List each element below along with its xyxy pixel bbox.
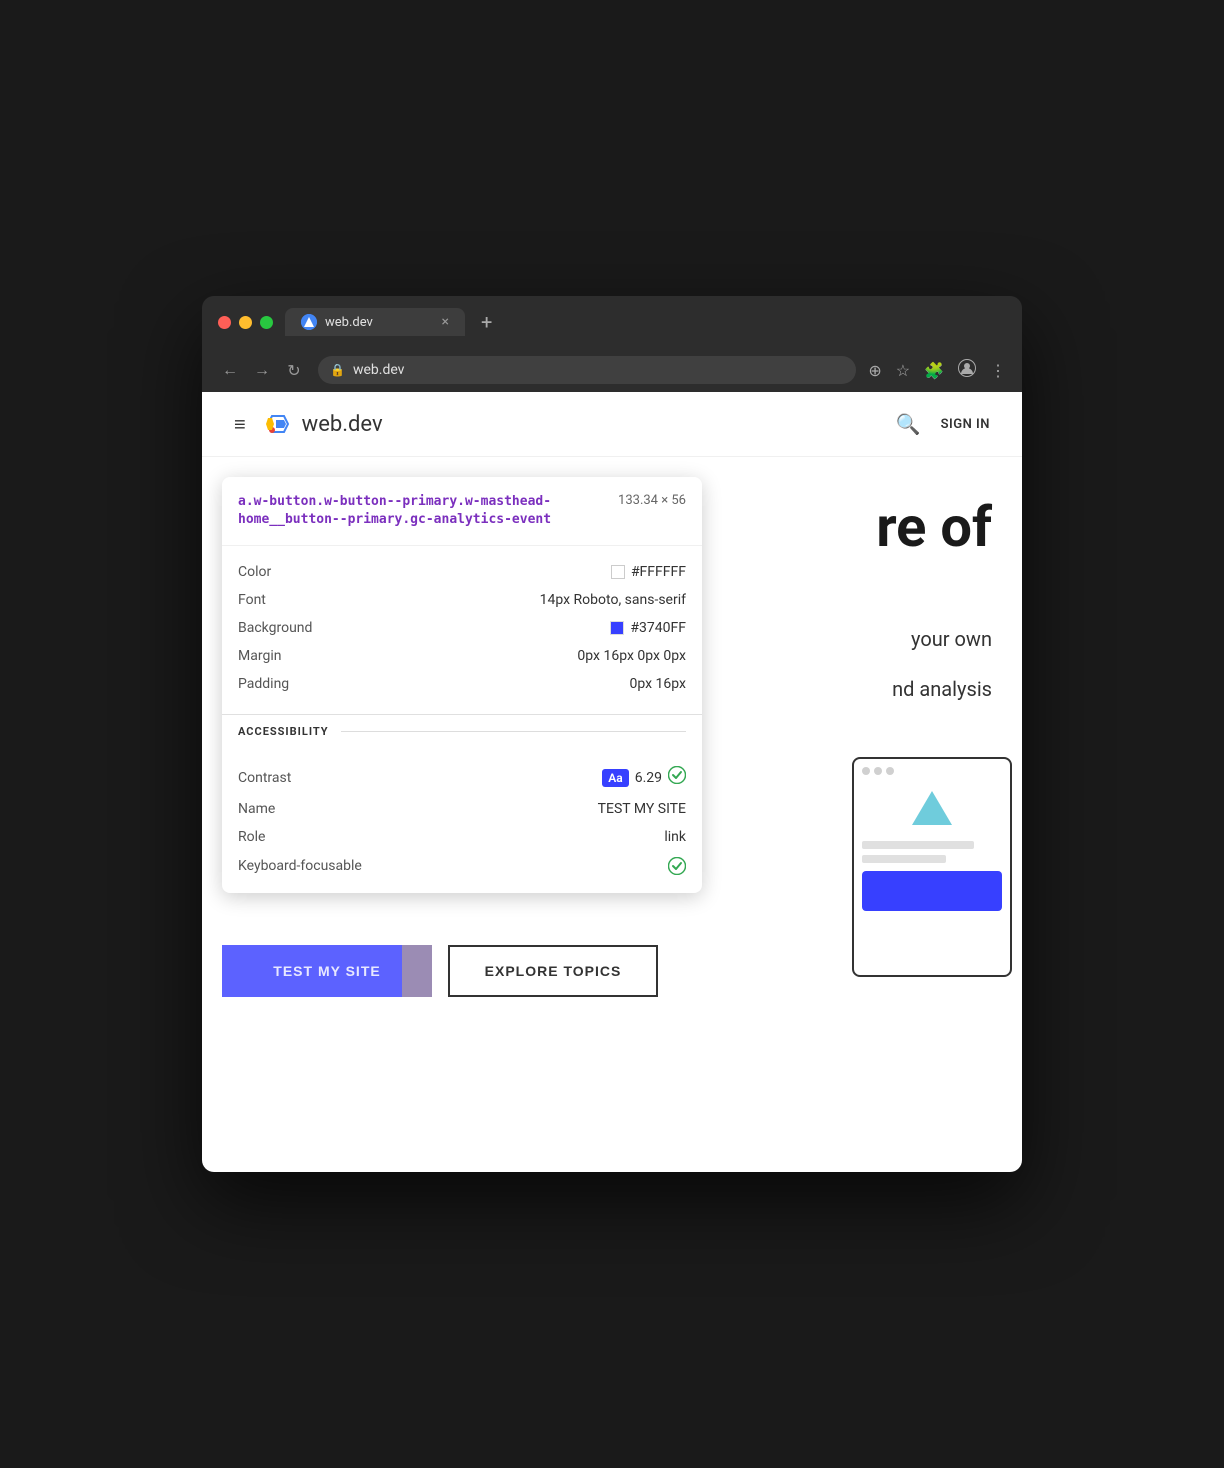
color-swatch-white — [611, 565, 625, 579]
keyboard-property: Keyboard-focusable — [238, 851, 686, 881]
margin-value: 0px 16px 0px 0px — [577, 648, 686, 664]
zoom-icon[interactable]: ⊕ — [868, 361, 881, 380]
minimize-button[interactable] — [239, 316, 252, 329]
mockup-dot-2 — [874, 767, 882, 775]
site-header-left: ≡ web.dev — [234, 408, 383, 440]
mockup-frame — [852, 757, 1012, 977]
mockup-line-2 — [862, 855, 946, 863]
title-bar: web.dev × + — [202, 296, 1022, 348]
extensions-icon[interactable]: 🧩 — [924, 361, 944, 380]
back-button[interactable]: ← — [218, 358, 242, 382]
hero-subtext2: nd analysis — [892, 677, 992, 701]
hero-subtext: your own — [911, 627, 992, 651]
contrast-value: Aa 6.29 — [602, 766, 686, 789]
padding-value: 0px 16px — [630, 676, 687, 692]
margin-property: Margin 0px 16px 0px 0px — [238, 642, 686, 670]
tab-close-icon[interactable]: × — [442, 314, 449, 330]
maximize-button[interactable] — [260, 316, 273, 329]
site-logo[interactable]: web.dev — [262, 408, 383, 440]
color-value: #FFFFFF — [611, 564, 686, 580]
background-label: Background — [238, 620, 312, 636]
mockup-lines — [862, 841, 1002, 863]
font-label: Font — [238, 592, 266, 608]
color-property: Color #FFFFFF — [238, 558, 686, 586]
cta-buttons: TEST MY SITE EXPLORE TOPICS — [222, 945, 658, 997]
search-icon[interactable]: 🔍 — [896, 412, 921, 436]
accessibility-label: ACCESSIBILITY — [238, 725, 329, 738]
forward-button[interactable]: → — [250, 358, 274, 382]
element-selector: a.w-button.w-button--primary.w-masthead-… — [238, 493, 602, 529]
role-property: Role link — [238, 823, 686, 851]
site-header-right: 🔍 SIGN IN — [896, 412, 990, 436]
explore-topics-button[interactable]: EXPLORE TOPICS — [448, 945, 658, 997]
bookmark-icon[interactable]: ☆ — [896, 361, 910, 380]
address-bar: ← → ↻ 🔒 web.dev ⊕ ☆ 🧩 ⋮ — [202, 348, 1022, 392]
mockup-wave — [862, 871, 1002, 911]
hero-section: a.w-button.w-button--primary.w-masthead-… — [202, 457, 1022, 1057]
name-label: Name — [238, 801, 275, 817]
tooltip-popup: a.w-button.w-button--primary.w-masthead-… — [222, 477, 702, 893]
accessibility-header: ACCESSIBILITY — [222, 714, 702, 748]
mockup-triangle — [912, 791, 952, 825]
keyboard-pass-icon — [668, 857, 686, 875]
refresh-button[interactable]: ↻ — [282, 358, 306, 382]
accessibility-properties: Contrast Aa 6.29 — [222, 748, 702, 893]
browser-toolbar-icons: ⊕ ☆ 🧩 ⋮ — [868, 359, 1006, 381]
name-value: TEST MY SITE — [598, 801, 686, 817]
mockup-dot-1 — [862, 767, 870, 775]
padding-property: Padding 0px 16px — [238, 670, 686, 698]
contrast-badge: Aa — [602, 769, 628, 787]
page-content: ≡ web.dev 🔍 SIGN IN — [202, 392, 1022, 1172]
color-label: Color — [238, 564, 271, 580]
tab-favicon — [301, 314, 317, 330]
font-value: 14px Roboto, sans-serif — [540, 592, 686, 608]
address-text: web.dev — [353, 362, 405, 378]
mockup-dot-3 — [886, 767, 894, 775]
sign-in-button[interactable]: SIGN IN — [941, 417, 990, 432]
role-value: link — [664, 829, 686, 845]
hamburger-menu-icon[interactable]: ≡ — [234, 412, 246, 437]
browser-tab[interactable]: web.dev × — [285, 308, 465, 336]
contrast-label: Contrast — [238, 770, 291, 786]
margin-label: Margin — [238, 648, 281, 664]
name-property: Name TEST MY SITE — [238, 795, 686, 823]
role-label: Role — [238, 829, 265, 845]
nav-buttons: ← → ↻ — [218, 358, 306, 382]
traffic-lights — [218, 316, 273, 329]
test-my-site-button[interactable]: TEST MY SITE — [222, 945, 432, 997]
tab-title: web.dev — [325, 315, 434, 330]
keyboard-label: Keyboard-focusable — [238, 858, 362, 874]
mockup-line-1 — [862, 841, 974, 849]
font-property: Font 14px Roboto, sans-serif — [238, 586, 686, 614]
button-tan-overlay — [402, 945, 432, 997]
tooltip-header: a.w-button.w-button--primary.w-masthead-… — [222, 477, 702, 546]
site-header: ≡ web.dev 🔍 SIGN IN — [202, 392, 1022, 457]
address-bar-input[interactable]: 🔒 web.dev — [318, 356, 856, 384]
padding-label: Padding — [238, 676, 289, 692]
accessibility-divider — [341, 731, 686, 732]
background-value: #3740FF — [610, 620, 686, 636]
tooltip-properties: Color #FFFFFF Font 14px Roboto, sans-ser… — [222, 546, 702, 710]
browser-window: web.dev × + ← → ↻ 🔒 web.dev ⊕ ☆ 🧩 — [202, 296, 1022, 1172]
hero-text: re of — [876, 497, 992, 559]
contrast-property: Contrast Aa 6.29 — [238, 760, 686, 795]
close-button[interactable] — [218, 316, 231, 329]
site-mockup — [832, 757, 1012, 977]
tab-area: web.dev × + — [285, 308, 1006, 336]
lock-icon: 🔒 — [330, 363, 345, 377]
more-menu-icon[interactable]: ⋮ — [990, 361, 1006, 380]
new-tab-button[interactable]: + — [473, 310, 500, 334]
user-profile-icon[interactable] — [958, 359, 976, 381]
element-dimensions: 133.34 × 56 — [618, 493, 686, 508]
webdev-logo-icon — [262, 408, 294, 440]
mockup-dots — [862, 767, 1002, 775]
contrast-pass-icon — [668, 766, 686, 789]
color-swatch-blue — [610, 621, 624, 635]
site-name: web.dev — [302, 412, 383, 437]
background-property: Background #3740FF — [238, 614, 686, 642]
